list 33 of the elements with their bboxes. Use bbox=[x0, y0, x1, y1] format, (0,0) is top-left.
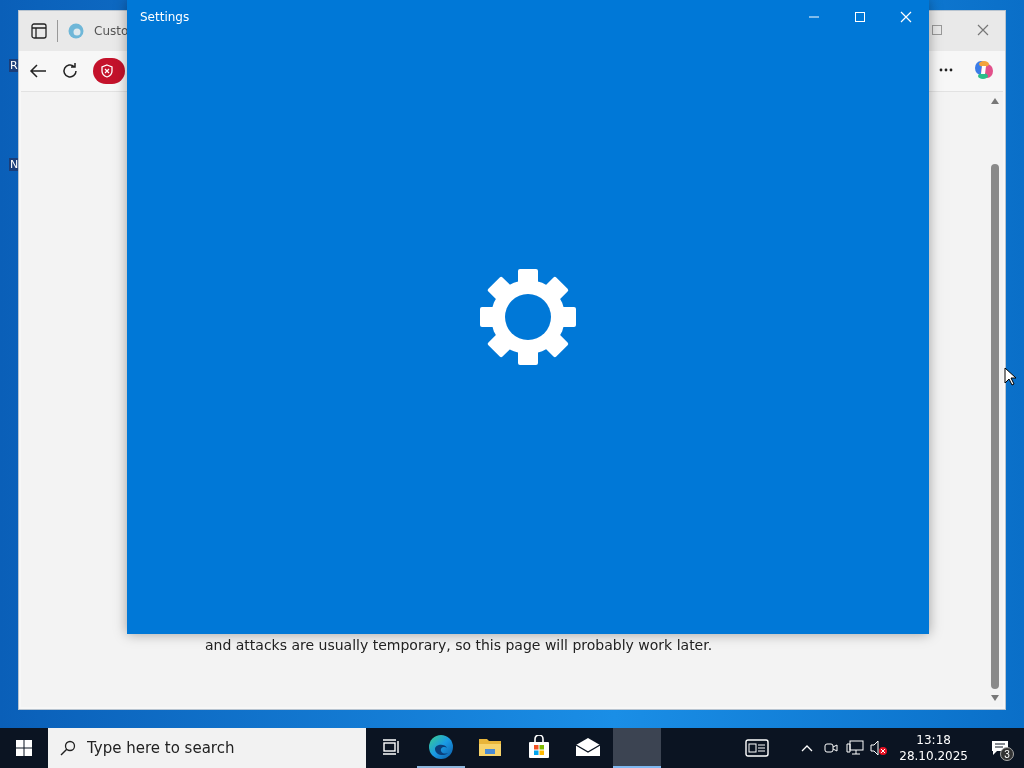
notification-count: 3 bbox=[1000, 747, 1014, 761]
back-arrow-icon[interactable] bbox=[29, 63, 47, 79]
folder-icon bbox=[478, 736, 502, 758]
window-title: Settings bbox=[140, 10, 191, 24]
volume-icon[interactable] bbox=[870, 740, 889, 756]
windows-logo-icon bbox=[16, 740, 32, 756]
envelope-icon bbox=[575, 737, 601, 757]
video-camera-icon[interactable] bbox=[824, 741, 839, 755]
edge-icon bbox=[68, 23, 84, 39]
scrollbar-thumb[interactable] bbox=[991, 164, 999, 689]
network-icon[interactable] bbox=[846, 740, 865, 756]
close-icon[interactable] bbox=[977, 24, 989, 36]
edge-icon bbox=[428, 734, 454, 760]
task-view-icon bbox=[383, 739, 401, 755]
search-icon bbox=[60, 740, 76, 756]
store-bag-icon bbox=[527, 735, 551, 759]
news-icon[interactable] bbox=[745, 739, 770, 757]
clock-date[interactable]: 28.10.2025 bbox=[899, 748, 968, 764]
chevron-up-icon[interactable] bbox=[801, 744, 814, 752]
search-field[interactable]: Type here to search bbox=[48, 728, 366, 768]
copilot-icon[interactable] bbox=[973, 59, 995, 81]
tab-title[interactable]: Custo bbox=[94, 24, 129, 38]
scroll-down-arrow-icon[interactable] bbox=[991, 695, 999, 701]
tab-actions-icon[interactable] bbox=[31, 23, 47, 39]
clock-time[interactable]: 13:18 bbox=[916, 732, 951, 748]
page-text: and attacks are usually temporary, so this page will probably work later. bbox=[205, 637, 714, 653]
more-options-icon[interactable] bbox=[939, 68, 953, 72]
shield-icon bbox=[101, 64, 113, 78]
maximize-icon[interactable] bbox=[932, 25, 942, 35]
refresh-icon[interactable] bbox=[61, 62, 79, 80]
scroll-up-arrow-icon[interactable] bbox=[991, 98, 999, 104]
security-warning-button[interactable] bbox=[93, 58, 125, 84]
desktop-icon-label: R bbox=[9, 59, 19, 72]
